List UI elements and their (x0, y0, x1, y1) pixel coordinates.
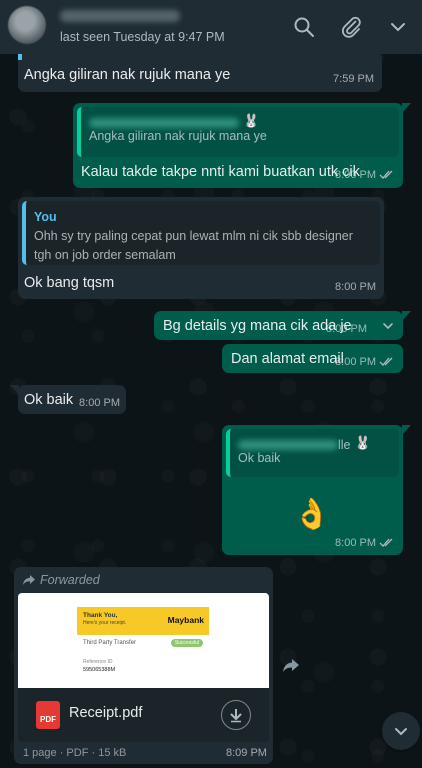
paperclip-icon[interactable] (339, 15, 363, 39)
message-outgoing[interactable]: Dan alamat email 8:00 PM (222, 344, 403, 373)
document-meta: 1 page · PDF · 15 kB (23, 747, 127, 759)
receipt-thank: Thank You, (83, 612, 118, 619)
scroll-to-bottom-button[interactable] (382, 712, 420, 750)
pdf-file-icon: PDF (36, 701, 60, 729)
avatar[interactable] (8, 6, 46, 44)
chevron-down-icon (395, 728, 407, 736)
document-file-name: Receipt.pdf (69, 705, 143, 721)
forward-message-button[interactable] (280, 654, 302, 676)
message-outgoing[interactable]: Bg details yg mana cik ada je 8:00 PM (154, 311, 411, 340)
quoted-message[interactable]: You Ohh sy try paling cepat pun lewat ml… (22, 201, 380, 265)
search-icon[interactable] (292, 15, 316, 39)
download-arrow-icon (230, 709, 242, 723)
message-text: Ok bang tqsm (24, 275, 115, 291)
message-time-row: 8:00 PM (335, 533, 395, 553)
transfer-type: Third Party Transfer (83, 640, 137, 646)
message-incoming[interactable]: Ok baik 8:00 PM (10, 385, 126, 414)
message-time: 7:59 PM (333, 73, 374, 85)
receipt-subtitle: Here's your receipt. (83, 620, 127, 626)
message-time: 8:09 PM (226, 747, 267, 759)
quote-author-blurred (238, 440, 338, 451)
quoted-message[interactable]: lle 🐰 Ok baik (226, 429, 399, 477)
reference-label: Reference ID (83, 659, 113, 665)
quote-text: Ok baik (238, 451, 281, 465)
quote-text: Angka giliran nak rujuk mana ye (89, 129, 267, 143)
quote-author-suffix: lle (338, 438, 351, 452)
chat-header[interactable]: last seen Tuesday at 9:47 PM (0, 0, 422, 54)
message-menu-chevron-icon[interactable] (381, 319, 395, 333)
reference-value: 595065388M (83, 667, 116, 673)
forward-icon (283, 659, 299, 672)
message-time-row: 8:00 PM (335, 352, 395, 372)
message-text: Angka giliran nak rujuk mana ye (24, 67, 231, 83)
download-button[interactable] (221, 700, 251, 730)
status-badge: Successful (170, 639, 203, 647)
quote-author-row: 🐰 (89, 113, 391, 129)
document-preview[interactable]: Thank You, Here's your receipt. Maybank … (18, 593, 269, 688)
message-time: 8:00 PM (79, 397, 120, 409)
forwarded-label: Forwarded (22, 573, 100, 587)
last-seen-status: last seen Tuesday at 9:47 PM (60, 30, 225, 44)
message-text: Bg details yg mana cik ada je (163, 318, 352, 334)
message-outgoing[interactable]: lle 🐰 Ok baik 8:00 PM (222, 425, 411, 555)
message-text: Dan alamat email (231, 351, 344, 367)
forwarded-text: Forwarded (40, 573, 100, 587)
quote-author-emoji: 🐰 (354, 435, 371, 450)
quote-text: Ohh sy try paling cepat pun lewat mlm ni… (34, 229, 353, 262)
receipt-card: Thank You, Here's your receipt. Maybank … (77, 607, 209, 687)
document-file-row[interactable]: PDF Receipt.pdf (18, 688, 269, 742)
message-text: Ok baik (24, 392, 74, 408)
ok-hand-emoji-text: 👌 (294, 497, 330, 531)
forward-arrow-icon (23, 575, 35, 585)
contact-name-blurred[interactable] (60, 10, 180, 22)
message-time: 8:00 PM (335, 537, 376, 549)
message-time: 8:00 PM (335, 281, 376, 293)
message-time-row: 8:00 PM (335, 165, 395, 185)
quoted-message[interactable]: 🐰 Angka giliran nak rujuk mana ye (77, 107, 399, 157)
menu-chevron-down-icon[interactable] (386, 15, 410, 39)
message-text: Kalau takde takpe nnti kami buatkan utk … (81, 164, 360, 180)
bank-brand: Maybank (167, 615, 204, 625)
message-outgoing[interactable]: 🐰 Angka giliran nak rujuk mana ye Kalau … (73, 103, 411, 188)
quote-author-row: lle 🐰 (238, 435, 391, 452)
message-time: 8:00 PM (335, 356, 376, 368)
double-tick-icon (379, 357, 393, 366)
message-incoming[interactable]: You Ohh sy try paling cepat pun lewat ml… (18, 197, 384, 299)
ok-hand-emoji: 👌 (294, 497, 330, 531)
message-incoming[interactable]: Angka giliran nak rujuk mana ye 7:59 PM (18, 52, 382, 92)
quote-author: You (34, 210, 57, 224)
quote-author-emoji: 🐰 (243, 113, 260, 128)
quote-author-blurred (89, 118, 239, 129)
double-tick-icon (379, 538, 393, 547)
message-time: 8:00 PM (335, 169, 376, 181)
message-time: 8:00 PM (326, 323, 367, 335)
double-tick-icon (379, 170, 393, 179)
